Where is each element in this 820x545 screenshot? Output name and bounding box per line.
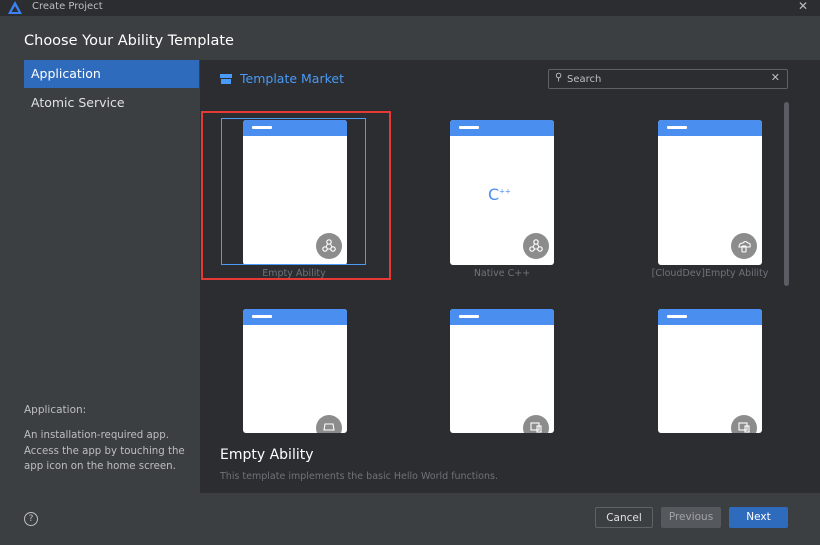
close-icon[interactable]: ✕ (798, 0, 808, 13)
template-card-clouddev-empty-ability[interactable] (658, 120, 762, 265)
title-bar: Create Project ✕ (0, 0, 820, 16)
scrollbar[interactable] (784, 102, 789, 286)
search-input[interactable] (567, 71, 757, 87)
app-logo-icon (8, 1, 22, 14)
search-box[interactable]: ⚲ ✕ (548, 69, 788, 89)
store-icon (220, 74, 232, 84)
device-icon (523, 415, 549, 433)
device-icon (731, 415, 757, 433)
template-card-4[interactable] (243, 309, 347, 433)
sidebar: Application Atomic Service Application: … (0, 60, 200, 493)
template-panel: Template Market ⚲ ✕ Empty Ability C++ Na… (200, 60, 820, 493)
window-title: Create Project (32, 0, 103, 14)
template-market-link[interactable]: Template Market (220, 71, 344, 86)
selection-highlight-box (201, 111, 391, 280)
template-card-native-cpp[interactable]: C++ (450, 120, 554, 265)
create-project-dialog: Choose Your Ability Template Application… (0, 16, 820, 545)
card-header (450, 309, 554, 325)
dialog-heading: Choose Your Ability Template (24, 33, 234, 49)
card-header (658, 309, 762, 325)
description-title: Application: (24, 404, 86, 416)
card-header (243, 309, 347, 325)
description-text: An installation-required app. Access the… (24, 428, 189, 475)
cloud-device-icon (731, 233, 757, 259)
detail-title: Empty Ability (220, 447, 314, 463)
template-label-native-cpp: Native C++ (422, 268, 582, 279)
card-header (450, 120, 554, 136)
dialog-footer: ? Cancel Previous Next (0, 493, 820, 545)
sidebar-item-atomic-service[interactable]: Atomic Service (24, 89, 199, 117)
sidebar-item-application[interactable]: Application (24, 60, 199, 88)
clear-search-icon[interactable]: ✕ (771, 71, 780, 84)
detail-description: This template implements the basic Hello… (220, 471, 498, 482)
next-button[interactable]: Next (729, 507, 788, 528)
generic-icon (316, 415, 342, 433)
search-icon: ⚲ (555, 72, 562, 83)
template-card-6[interactable] (658, 309, 762, 433)
share-nodes-icon (523, 233, 549, 259)
card-header (658, 120, 762, 136)
template-card-5[interactable] (450, 309, 554, 433)
cpp-logo-icon: C++ (488, 185, 511, 204)
help-icon[interactable]: ? (24, 512, 38, 526)
previous-button[interactable]: Previous (661, 507, 721, 528)
template-label-clouddev-empty-ability: [CloudDev]Empty Ability (620, 268, 800, 279)
template-market-label: Template Market (240, 71, 344, 86)
cancel-button[interactable]: Cancel (595, 507, 653, 528)
